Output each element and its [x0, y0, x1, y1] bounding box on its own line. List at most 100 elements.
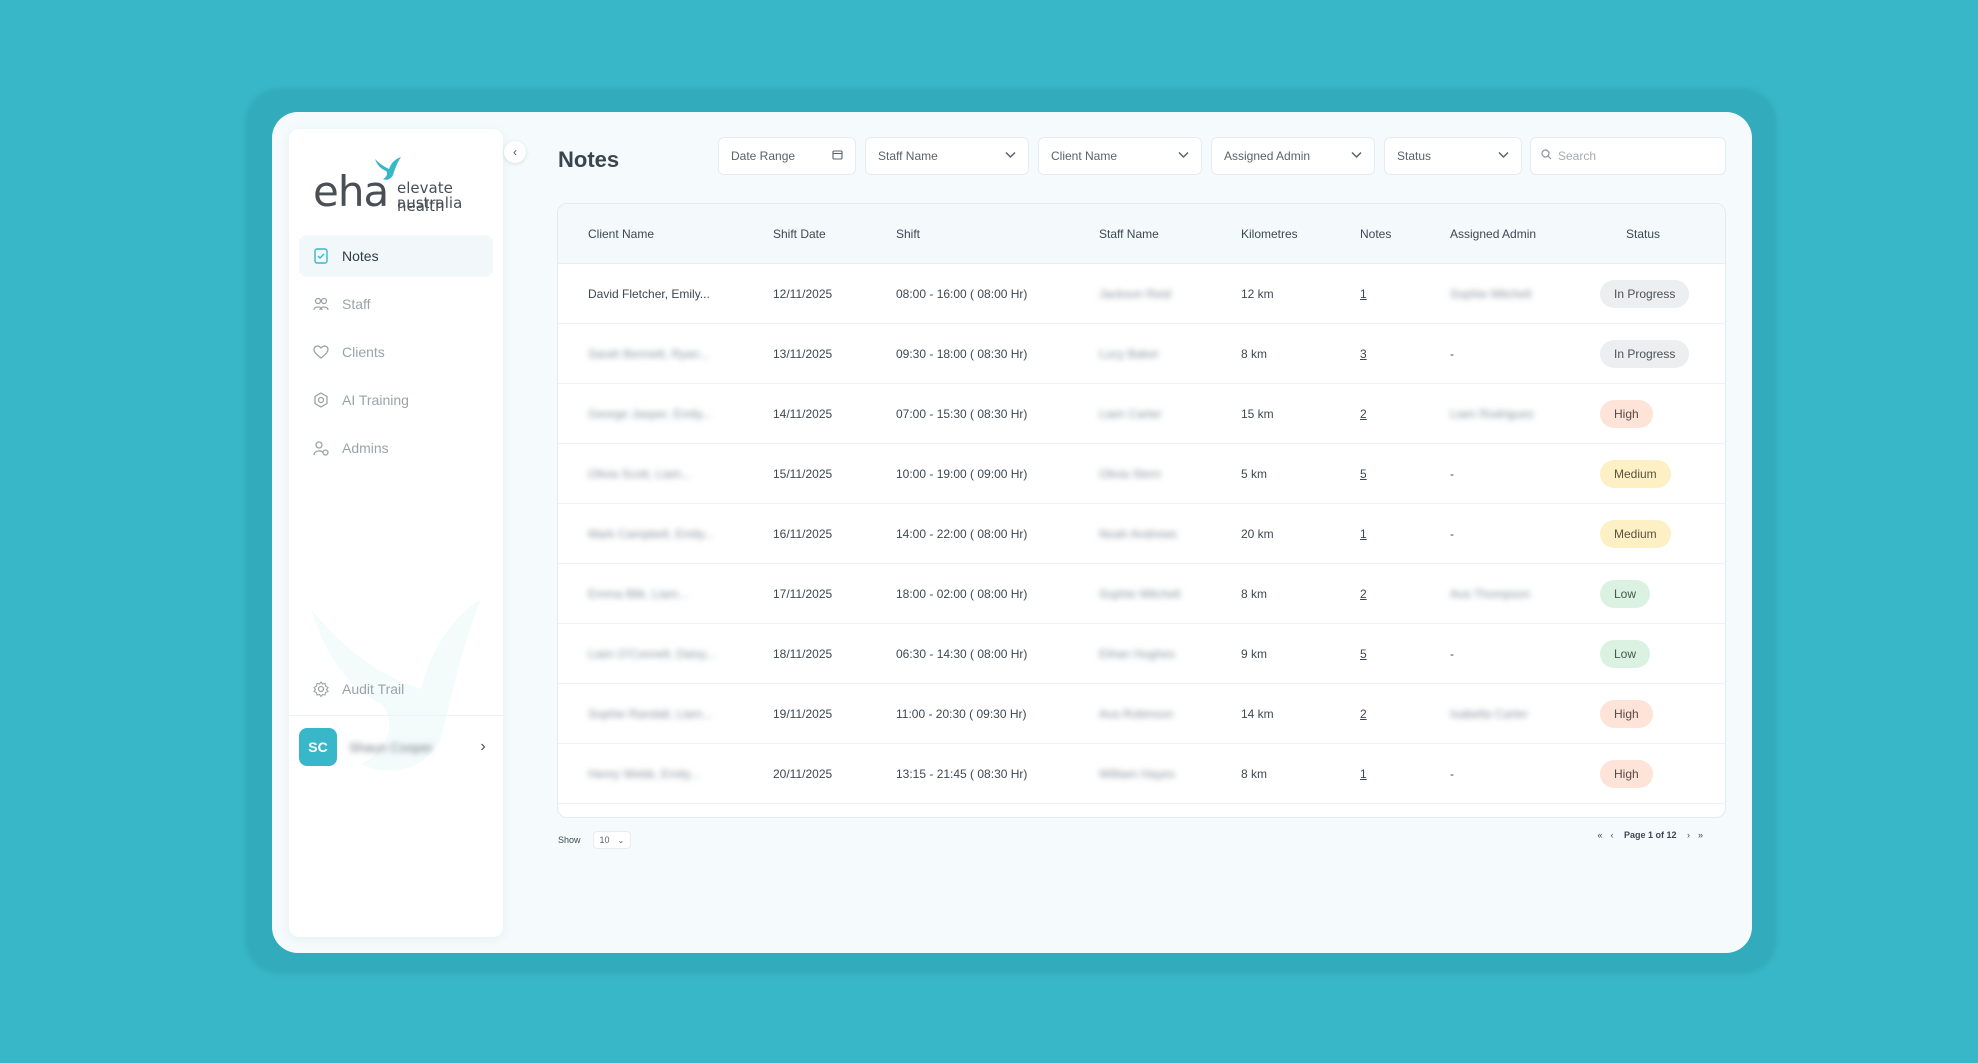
sidebar-item-staff[interactable]: Staff: [299, 283, 493, 325]
column-header[interactable]: Client Name: [558, 227, 773, 241]
pagination: « ‹ Page 1 of 12 › »: [1594, 830, 1707, 840]
status-cell: High: [1600, 759, 1725, 788]
logo-line2: australia: [397, 194, 463, 212]
sidebar-item-ai-training[interactable]: AI Training: [299, 379, 493, 421]
assigned-admin-filter[interactable]: Assigned Admin: [1211, 137, 1375, 175]
assigned-admin-cell: -: [1450, 766, 1454, 781]
search-icon: [1541, 147, 1552, 165]
status-badge: High: [1600, 759, 1653, 788]
table-row[interactable]: Olivia Scott, Liam... 15/11/2025 10:00 - 1…: [558, 444, 1725, 504]
table-body: David Fletcher, Emily... 12/11/2025 08:00 …: [558, 264, 1725, 817]
notes-count-link[interactable]: 5: [1360, 467, 1367, 481]
sidebar-nav: Notes Staff Clients AI Training Admins: [299, 235, 493, 475]
kilometres-cell: 9 km: [1241, 646, 1268, 661]
status-cell: High: [1600, 699, 1725, 728]
column-header[interactable]: Kilometres: [1241, 227, 1360, 241]
page-size-select[interactable]: 10 ⌄: [592, 831, 632, 849]
sidebar-item-label: Admins: [342, 440, 389, 456]
notes-count-link[interactable]: 3: [1360, 347, 1367, 361]
column-header[interactable]: Notes: [1360, 227, 1450, 241]
search-input[interactable]: [1558, 149, 1708, 163]
user-profile[interactable]: SC Shaun Cooper ›: [299, 727, 493, 767]
kilometres-cell: 8 km: [1241, 586, 1268, 601]
client-name-label: Client Name: [1051, 149, 1118, 163]
shift-cell: 18:00 - 02:00 ( 08:00 Hr): [896, 586, 1028, 601]
collapse-sidebar-button[interactable]: ‹: [504, 141, 526, 163]
assigned-admin-cell: -: [1450, 646, 1454, 661]
table-row[interactable]: Sarah Bennett, Ryan... 13/11/2025 09:30 - …: [558, 324, 1725, 384]
notes-count-link[interactable]: 5: [1360, 647, 1367, 661]
date-range-filter[interactable]: Date Range: [718, 137, 856, 175]
notes-count-link[interactable]: 2: [1360, 707, 1367, 721]
sidebar: eha elevate health australia Notes Staff: [289, 129, 503, 937]
date-range-label: Date Range: [731, 149, 796, 163]
chevron-right-icon[interactable]: ›: [473, 738, 493, 756]
notes-cell: 5: [1360, 647, 1450, 661]
sidebar-item-label: Staff: [342, 296, 371, 312]
page-size-control: Show 10 ⌄: [558, 831, 632, 849]
prev-page-icon[interactable]: ‹: [1606, 830, 1618, 840]
assigned-admin-cell: -: [1450, 466, 1454, 481]
table-row[interactable]: David Fletcher, Emily... 12/11/2025 08:00 …: [558, 264, 1725, 324]
first-page-icon[interactable]: «: [1594, 830, 1606, 840]
table-header: Client Name Shift Date Shift Staff Name …: [558, 204, 1725, 264]
table-row[interactable]: Liam O'Connell, Daisy... 18/11/2025 06:30 …: [558, 624, 1725, 684]
shift-cell: 06:30 - 14:30 ( 08:00 Hr): [896, 646, 1028, 661]
assigned-admin-cell: Ava Thompson: [1450, 586, 1531, 601]
notes-count-link[interactable]: 1: [1360, 767, 1367, 781]
chevron-left-icon: ‹: [513, 145, 517, 159]
status-filter[interactable]: Status: [1384, 137, 1522, 175]
table-row[interactable]: Emma Blik, Liam... 17/11/2025 18:00 - 02:0…: [558, 564, 1725, 624]
assigned-admin-cell: Sophie Mitchell: [1450, 286, 1532, 301]
last-page-icon[interactable]: »: [1695, 830, 1707, 840]
kilometres-cell: 12 km: [1241, 286, 1274, 301]
staff-name-cell: Ethan Hughes: [1099, 646, 1176, 661]
staff-name-cell: Olivia Stern: [1099, 466, 1162, 481]
shift-cell: 08:00 - 16:00 ( 08:00 Hr): [896, 286, 1028, 301]
status-cell: In Progress: [1600, 339, 1725, 368]
status-badge: High: [1600, 699, 1653, 728]
logo-mark: eha: [313, 167, 389, 216]
user-name: Shaun Cooper: [349, 739, 433, 755]
table-row[interactable]: Mark Campbell, Emily... 16/11/2025 14:00 -…: [558, 504, 1725, 564]
staff-name-filter[interactable]: Staff Name: [865, 137, 1029, 175]
chevron-down-icon: ⌄: [617, 835, 625, 845]
search-box[interactable]: [1530, 137, 1726, 175]
shift-cell: 10:00 - 19:00 ( 09:00 Hr): [896, 466, 1028, 481]
table-row[interactable]: George Jasper, Emily... 14/11/2025 07:00 -…: [558, 384, 1725, 444]
app-window: eha elevate health australia Notes Staff: [272, 112, 1752, 953]
chevron-down-icon: [1005, 150, 1016, 162]
sidebar-item-notes[interactable]: Notes: [299, 235, 493, 277]
shift-date-cell: 18/11/2025: [773, 646, 833, 661]
sidebar-item-clients[interactable]: Clients: [299, 331, 493, 373]
notes-cell: 3: [1360, 347, 1450, 361]
notes-count-link[interactable]: 1: [1360, 287, 1367, 301]
status-badge: In Progress: [1600, 279, 1690, 308]
next-page-icon[interactable]: ›: [1683, 830, 1695, 840]
column-header[interactable]: Shift Date: [773, 227, 896, 241]
assigned-admin-label: Assigned Admin: [1224, 149, 1311, 163]
show-label: Show: [558, 835, 581, 845]
client-name-cell: Henry Webb, Emily...: [588, 766, 700, 781]
notes-count-link[interactable]: 1: [1360, 527, 1367, 541]
status-cell: Medium: [1600, 459, 1725, 488]
notes-icon: [311, 246, 331, 266]
notes-count-link[interactable]: 2: [1360, 587, 1367, 601]
notes-cell: 1: [1360, 527, 1450, 541]
table-row[interactable]: Ava Kingsley, Liam...21/11/202520:00 - 0…: [558, 804, 1725, 817]
sidebar-item-admins[interactable]: Admins: [299, 427, 493, 469]
audit-trail-link[interactable]: Audit Trail: [299, 669, 493, 709]
table-row[interactable]: Henry Webb, Emily... 20/11/2025 13:15 - 21…: [558, 744, 1725, 804]
status-badge: Low: [1600, 639, 1651, 668]
column-header[interactable]: Shift: [896, 227, 1099, 241]
column-header[interactable]: Status: [1600, 227, 1725, 241]
column-header[interactable]: Staff Name: [1099, 227, 1241, 241]
notes-count-link[interactable]: 2: [1360, 407, 1367, 421]
kilometres-cell: 5 km: [1241, 466, 1268, 481]
column-header[interactable]: Assigned Admin: [1450, 227, 1600, 241]
shift-date-cell: 20/11/2025: [773, 766, 833, 781]
gear-icon: [311, 679, 331, 699]
table-row[interactable]: Sophie Randall, Liam... 19/11/2025 11:00 -…: [558, 684, 1725, 744]
client-name-filter[interactable]: Client Name: [1038, 137, 1202, 175]
status-badge: Low: [1600, 579, 1651, 608]
